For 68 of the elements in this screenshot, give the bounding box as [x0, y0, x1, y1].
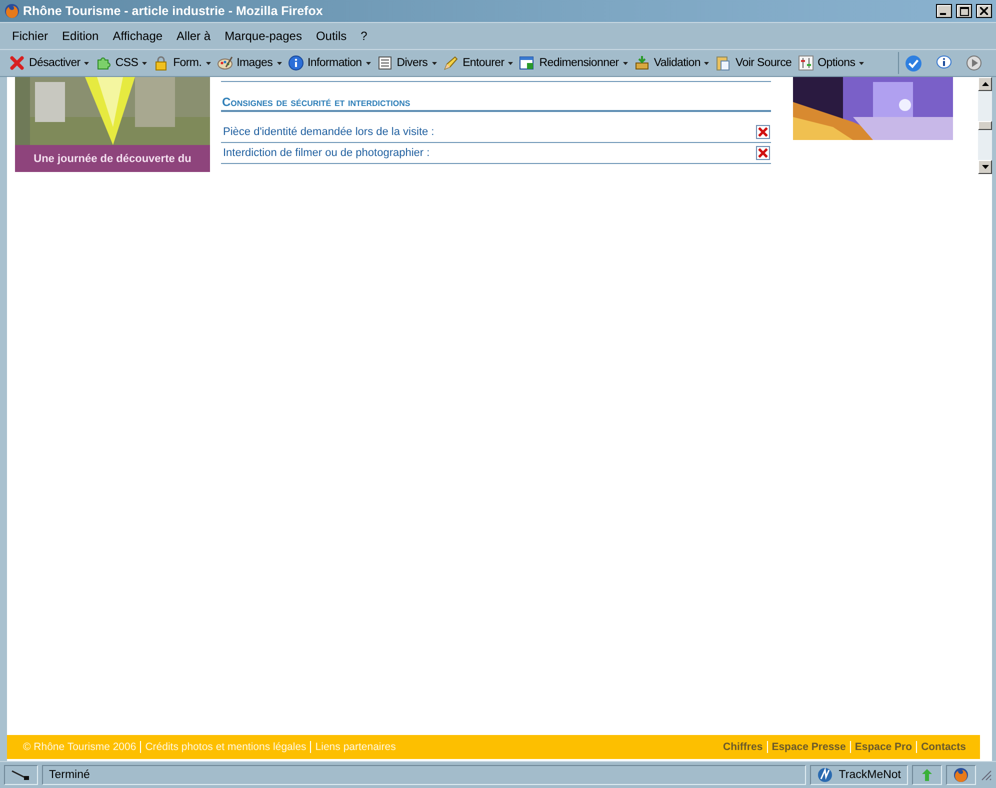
caret-icon [622, 62, 628, 64]
toolbar-button[interactable]: Divers [374, 52, 440, 74]
toolbar-button[interactable]: Voir Source [712, 52, 795, 74]
footer-link[interactable]: Contacts [916, 741, 966, 753]
maximize-icon [960, 6, 968, 16]
scrollbar[interactable] [978, 77, 992, 174]
browser-logo-icon[interactable] [953, 767, 969, 783]
list-icon [376, 55, 393, 71]
toolbar-button[interactable]: Désactiver [6, 52, 92, 74]
clipboard-icon [715, 55, 732, 71]
play-icon[interactable] [966, 55, 982, 71]
window-title: Rhône Tourisme - article industrie - Mozilla Firefox [23, 4, 324, 18]
cross-icon [9, 55, 25, 71]
broken-image-icon [756, 125, 770, 139]
menu-item[interactable]: Aller à [170, 29, 218, 43]
safety-rule-text: Interdiction de filmer ou de photographier : [223, 147, 430, 159]
pencil-icon [442, 55, 459, 71]
toolbar-button[interactable]: Images [214, 52, 285, 74]
footer-link[interactable]: Espace Presse [766, 741, 846, 753]
info-icon [288, 55, 304, 71]
menu-item[interactable]: Affichage [106, 29, 170, 43]
scrollbar-thumb[interactable] [978, 121, 992, 130]
up-arrow-icon[interactable] [982, 82, 988, 86]
caret-icon [704, 62, 710, 64]
info-bubble-icon[interactable] [936, 55, 952, 71]
toolbar-button[interactable]: CSS [92, 52, 150, 74]
status-text: Terminé [49, 769, 90, 781]
footer-link[interactable]: Chiffres [723, 741, 763, 753]
toolbar-button[interactable]: Information [284, 52, 374, 74]
footer-link[interactable]: Espace Pro [850, 741, 912, 753]
down-arrow-icon[interactable] [982, 165, 988, 169]
window-icon [519, 55, 536, 71]
caret-icon [859, 62, 864, 64]
safety-rule-text: Pièce d'identité demandée lors de la visite : [223, 126, 434, 138]
resize-grip-icon[interactable] [980, 769, 992, 781]
browser-logo-icon [4, 3, 20, 19]
caret-icon [366, 62, 371, 64]
menu-item[interactable]: Fichier [5, 29, 56, 43]
menu-item[interactable]: ? [354, 29, 374, 43]
menu-item[interactable]: Edition [55, 29, 106, 43]
close-button[interactable] [976, 4, 992, 18]
maximize-button[interactable] [956, 4, 972, 18]
toolbar-button[interactable]: Redimensionner [516, 52, 631, 74]
caret-icon [432, 62, 437, 64]
caret-icon [206, 62, 211, 64]
connection-icon [11, 769, 31, 781]
section-title: Consignes de sécurité et interdictions [221, 82, 771, 112]
box-icon [634, 55, 650, 71]
checkmark-icon[interactable] [905, 54, 922, 72]
caret-icon [276, 62, 282, 64]
menu-item[interactable]: Outils [308, 29, 354, 43]
broken-image-icon [756, 146, 770, 160]
minimize-button[interactable] [936, 4, 952, 18]
toolbar-button[interactable]: Options [794, 52, 868, 74]
caret-icon [508, 62, 514, 64]
menu-item[interactable]: Marque-pages [218, 29, 309, 43]
caret-icon [142, 62, 148, 64]
toolbar-button[interactable]: Validation [630, 52, 712, 74]
toolbar-button[interactable]: Form. [150, 52, 214, 74]
palette-icon [216, 55, 233, 71]
caret-icon [84, 62, 90, 64]
padlock-icon [153, 55, 170, 71]
sliders-icon [798, 55, 814, 71]
close-icon [980, 7, 988, 15]
globe-icon [816, 767, 833, 783]
caption-banner: Une journée de découverte du [15, 145, 210, 172]
puzzle-icon [95, 55, 112, 71]
toolbar-button[interactable]: Entourer [440, 52, 516, 74]
